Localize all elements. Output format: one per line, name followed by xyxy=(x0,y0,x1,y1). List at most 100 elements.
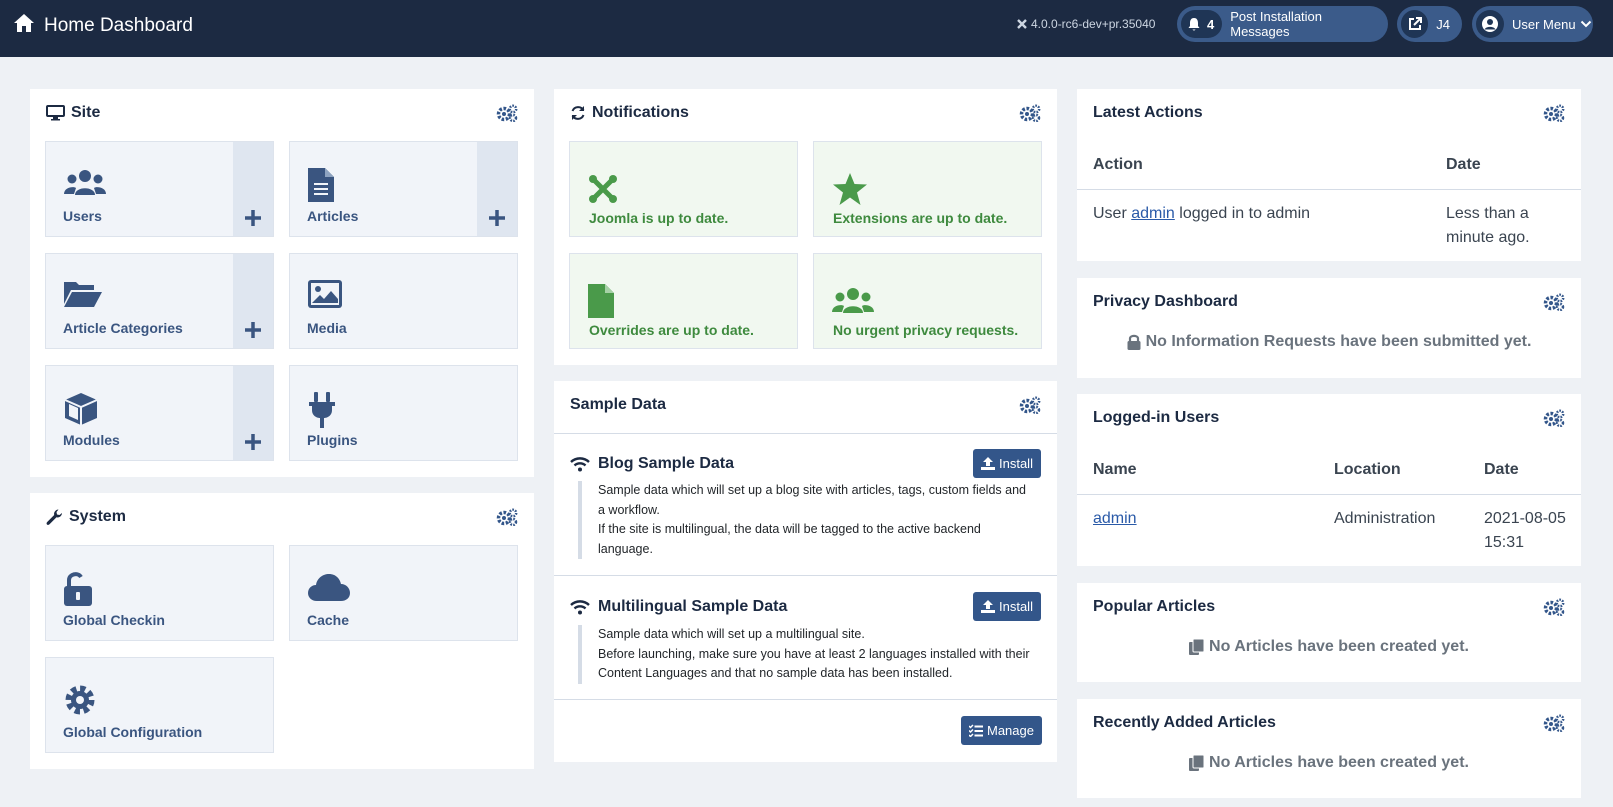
lock-icon xyxy=(1127,334,1141,350)
upload-icon xyxy=(981,457,995,470)
options-cog-icon[interactable] xyxy=(496,508,518,526)
divider xyxy=(554,433,1057,434)
users-tile[interactable]: Users xyxy=(45,141,274,237)
popular-articles-title: Popular Articles xyxy=(1093,598,1216,615)
user-link[interactable]: admin xyxy=(1131,205,1175,222)
home-icon[interactable] xyxy=(13,13,35,33)
copy-icon xyxy=(1189,639,1205,655)
top-header: Home Dashboard 4.0.0-rc6-dev+pr.35040 4 … xyxy=(0,0,1613,57)
system-card-title: System xyxy=(69,508,126,525)
recent-articles-card: Recently Added Articles No Articles have… xyxy=(1077,699,1581,798)
plugins-tile[interactable]: Plugins xyxy=(289,365,518,461)
articles-tile[interactable]: Articles xyxy=(289,141,518,237)
unlock-icon xyxy=(64,572,92,606)
joomla-logo-icon xyxy=(588,174,618,204)
privacy-requests-tile[interactable]: No urgent privacy requests. xyxy=(813,253,1042,349)
latest-actions-card: Latest Actions Action Date User admin lo… xyxy=(1077,89,1581,261)
overrides-update-tile[interactable]: Overrides are up to date. xyxy=(569,253,798,349)
extensions-update-tile[interactable]: Extensions are up to date. xyxy=(813,141,1042,237)
add-category-button[interactable] xyxy=(233,254,273,348)
column-header-action: Action xyxy=(1093,156,1143,173)
user-circle-icon xyxy=(1476,10,1504,38)
blog-install-button[interactable]: Install xyxy=(973,449,1041,478)
system-card-header: System xyxy=(46,508,126,526)
manage-sample-data-button[interactable]: Manage xyxy=(961,716,1042,745)
cloud-icon xyxy=(308,572,350,602)
joomla-update-tile[interactable]: Joomla is up to date. xyxy=(569,141,798,237)
wrench-icon xyxy=(46,509,62,525)
plus-icon xyxy=(489,210,505,226)
options-cog-icon[interactable] xyxy=(496,104,518,122)
options-cog-icon[interactable] xyxy=(1543,409,1565,427)
user-link[interactable]: admin xyxy=(1093,510,1137,527)
multilingual-sample-description: Sample data which will set up a multilin… xyxy=(578,625,1034,684)
site-card-title: Site xyxy=(71,104,101,121)
wifi-icon xyxy=(570,599,590,614)
page-title: Home Dashboard xyxy=(44,15,193,36)
user-menu-button[interactable]: User Menu xyxy=(1472,6,1593,42)
plus-icon xyxy=(245,434,261,450)
global-checkin-label: Global Checkin xyxy=(63,612,165,628)
recent-empty-message: No Articles have been created yet. xyxy=(1077,754,1581,772)
global-configuration-tile[interactable]: Global Configuration xyxy=(45,657,274,753)
sample-data-card-title: Sample Data xyxy=(570,396,667,413)
notifications-card-title: Notifications xyxy=(592,104,689,121)
column-header-date: Date xyxy=(1446,156,1481,173)
logged-in-users-card: Logged-in Users Name Location Date admin… xyxy=(1077,394,1581,566)
logged-in-users-header: Logged-in Users xyxy=(1093,409,1219,427)
user-menu-label: User Menu xyxy=(1512,16,1576,32)
popular-empty-message: No Articles have been created yet. xyxy=(1077,638,1581,656)
view-site-button[interactable]: J4 xyxy=(1397,6,1462,42)
logged-in-users-title: Logged-in Users xyxy=(1093,409,1220,426)
modules-tile[interactable]: Modules xyxy=(45,365,274,461)
site-card: Site Users Articles Article Categories M… xyxy=(30,89,534,477)
action-date: Less than a minute ago. xyxy=(1446,205,1530,246)
plus-icon xyxy=(245,322,261,338)
blog-sample-description: Sample data which will set up a blog sit… xyxy=(578,481,1034,559)
article-categories-tile[interactable]: Article Categories xyxy=(45,253,274,349)
media-label: Media xyxy=(307,320,347,336)
options-cog-icon[interactable] xyxy=(1543,714,1565,732)
options-cog-icon[interactable] xyxy=(1543,598,1565,616)
divider xyxy=(1077,189,1581,190)
blog-sample-title: Blog Sample Data xyxy=(570,455,734,473)
system-card: System Global Checkin Cache Global Confi… xyxy=(30,493,534,769)
plus-icon xyxy=(245,210,261,226)
users-icon xyxy=(832,286,874,316)
divider xyxy=(554,575,1057,576)
multilingual-install-label: Install xyxy=(999,599,1033,614)
star-icon xyxy=(832,172,868,206)
version-label: 4.0.0-rc6-dev+pr.35040 xyxy=(1016,17,1155,31)
wifi-icon xyxy=(570,456,590,471)
add-user-button[interactable] xyxy=(233,142,273,236)
chevron-down-icon xyxy=(1580,20,1591,28)
cache-tile[interactable]: Cache xyxy=(289,545,518,641)
media-tile[interactable]: Media xyxy=(289,253,518,349)
modules-label: Modules xyxy=(63,432,120,448)
global-configuration-label: Global Configuration xyxy=(63,724,203,740)
add-article-button[interactable] xyxy=(477,142,517,236)
post-installation-messages-button[interactable]: 4 Post Installation Messages xyxy=(1177,6,1388,42)
file-icon xyxy=(588,284,614,318)
options-cog-icon[interactable] xyxy=(1019,104,1041,122)
articles-label: Articles xyxy=(307,208,359,224)
sample-data-card-header: Sample Data xyxy=(570,396,666,414)
plug-icon xyxy=(308,392,336,428)
multilingual-install-button[interactable]: Install xyxy=(973,592,1041,621)
privacy-dashboard-title: Privacy Dashboard xyxy=(1093,293,1238,310)
bell-icon: 4 xyxy=(1181,10,1223,38)
manage-label: Manage xyxy=(987,723,1034,738)
multilingual-sample-title: Multilingual Sample Data xyxy=(570,598,787,616)
options-cog-icon[interactable] xyxy=(1543,104,1565,122)
options-cog-icon[interactable] xyxy=(1543,293,1565,311)
table-row: admin xyxy=(1093,507,1137,531)
privacy-dashboard-card: Privacy Dashboard No Information Request… xyxy=(1077,278,1581,378)
latest-actions-title: Latest Actions xyxy=(1093,104,1203,121)
folder-open-icon xyxy=(64,280,102,308)
global-checkin-tile[interactable]: Global Checkin xyxy=(45,545,274,641)
popular-articles-card: Popular Articles No Articles have been c… xyxy=(1077,583,1581,682)
recent-articles-title: Recently Added Articles xyxy=(1093,714,1276,731)
column-header-location: Location xyxy=(1334,461,1401,478)
options-cog-icon[interactable] xyxy=(1019,396,1041,414)
add-module-button[interactable] xyxy=(233,366,273,460)
